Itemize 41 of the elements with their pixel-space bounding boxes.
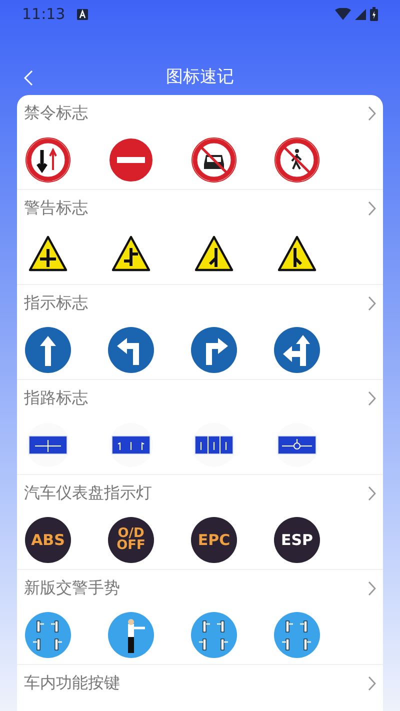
page-title: 图标速记 (166, 66, 234, 90)
indicator-light-label: ESP (280, 532, 314, 548)
indicator-light-label: O/D OFF (116, 528, 146, 552)
indicator-light-label: ABS (31, 532, 65, 548)
chevron-right-icon[interactable] (368, 390, 376, 406)
chevron-right-icon[interactable] (368, 580, 376, 596)
traffic-police-gesture-drawing[interactable] (274, 612, 320, 658)
section-title[interactable]: 新版交警手势 (24, 576, 120, 600)
section-title[interactable]: 禁令标志 (24, 101, 88, 125)
section-title[interactable]: 警告标志 (24, 196, 88, 220)
wifi-icon (335, 8, 351, 20)
traffic-police-gesture-drawing[interactable] (25, 612, 71, 658)
chevron-right-icon[interactable] (368, 106, 376, 120)
chevron-right-icon[interactable] (368, 486, 376, 500)
chevron-right-icon[interactable] (368, 676, 376, 690)
chevron-right-icon[interactable] (368, 296, 376, 310)
right-turn-arrow-sign-icon[interactable] (191, 327, 237, 373)
signal-icon (355, 8, 366, 20)
no-pedestrians-sign-icon[interactable] (274, 137, 320, 183)
straight-left-arrow-sign-icon[interactable] (274, 327, 320, 373)
section-title[interactable]: 指示标志 (24, 291, 88, 315)
dashboard-light-icon[interactable]: EPC (191, 517, 237, 563)
back-chevron-icon (24, 70, 32, 86)
no-cars-sign-icon[interactable] (191, 137, 237, 183)
section-title[interactable]: 车内功能按键 (24, 671, 120, 695)
dashboard-light-icon[interactable]: O/D OFF (108, 517, 154, 563)
indicator-light-label: EPC (198, 532, 230, 548)
priority-sign-icon[interactable] (25, 137, 71, 183)
traffic-police-gesture-drawing[interactable] (191, 612, 237, 658)
no-entry-sign-icon[interactable] (108, 137, 154, 183)
traffic-police-gesture-drawing[interactable] (108, 612, 154, 658)
left-turn-arrow-sign-icon[interactable] (108, 327, 154, 373)
status-time: 11:13 (22, 4, 66, 25)
dashboard-light-icon[interactable]: ABS (25, 517, 71, 563)
keyboard-notification-icon (77, 8, 88, 20)
chevron-right-icon[interactable] (368, 200, 376, 216)
section-title[interactable]: 指路标志 (24, 386, 88, 410)
straight-arrow-sign-icon[interactable] (25, 327, 71, 373)
dashboard-light-icon[interactable]: ESP (274, 517, 320, 563)
section-title[interactable]: 汽车仪表盘指示灯 (24, 481, 152, 505)
battery-icon (370, 7, 378, 21)
